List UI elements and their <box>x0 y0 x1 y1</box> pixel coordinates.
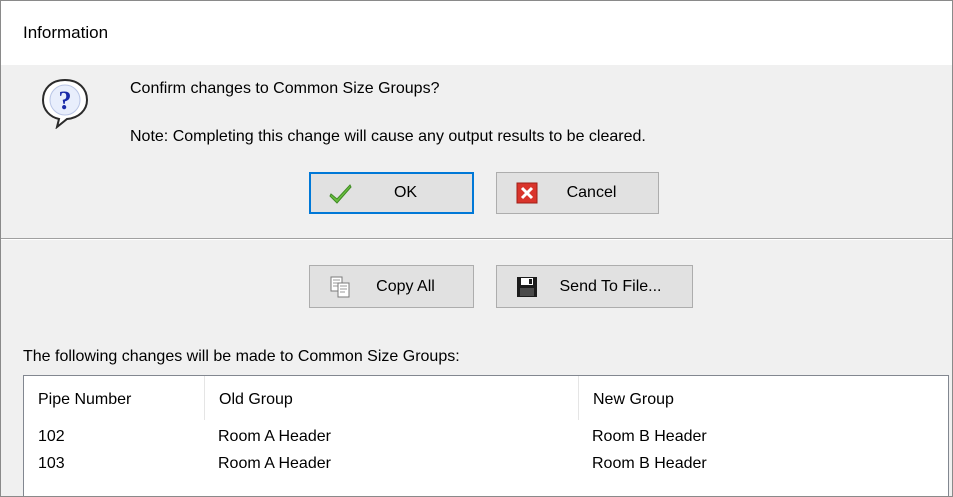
old-group-cell: Room A Header <box>218 428 331 445</box>
ok-button[interactable]: OK <box>309 172 474 214</box>
copy-all-label: Copy All <box>376 277 435 295</box>
column-header-old-group[interactable]: Old Group <box>204 376 578 420</box>
changes-list[interactable]: Pipe Number Old Group New Group 102 Room… <box>23 375 949 496</box>
column-header-pipe-number[interactable]: Pipe Number <box>24 376 204 420</box>
question-icon: ? <box>39 77 91 130</box>
title-bar: Information <box>1 1 952 65</box>
window-title: Information <box>23 23 109 42</box>
separator <box>1 238 952 240</box>
old-group-cell: Room A Header <box>218 455 331 472</box>
new-group-cell: Room B Header <box>592 455 707 472</box>
changes-label: The following changes will be made to Co… <box>23 348 460 365</box>
list-header: Pipe Number Old Group New Group <box>24 376 948 420</box>
information-dialog: Information ? Confirm changes to Common … <box>0 0 953 497</box>
new-group-cell: Room B Header <box>592 428 707 445</box>
pipe-number-cell: 103 <box>38 455 65 472</box>
send-to-file-label: Send To File... <box>559 277 662 295</box>
list-item[interactable]: 103 Room A Header Room B Header <box>24 455 948 479</box>
red-x-icon <box>515 181 539 205</box>
svg-text:?: ? <box>59 86 72 115</box>
ok-button-label: OK <box>393 184 418 201</box>
confirm-message: Confirm changes to Common Size Groups? <box>130 80 440 97</box>
pipe-number-cell: 102 <box>38 428 65 445</box>
floppy-disk-icon <box>515 275 539 299</box>
cancel-button-label: Cancel <box>566 184 617 201</box>
column-header-new-group[interactable]: New Group <box>578 376 948 420</box>
checkmark-icon <box>329 181 353 205</box>
note-message: Note: Completing this change will cause … <box>130 128 646 145</box>
cancel-button[interactable]: Cancel <box>496 172 659 214</box>
copy-icon <box>328 275 352 299</box>
list-item[interactable]: 102 Room A Header Room B Header <box>24 428 948 452</box>
send-to-file-button[interactable]: Send To File... <box>496 265 693 308</box>
copy-all-button[interactable]: Copy All <box>309 265 474 308</box>
